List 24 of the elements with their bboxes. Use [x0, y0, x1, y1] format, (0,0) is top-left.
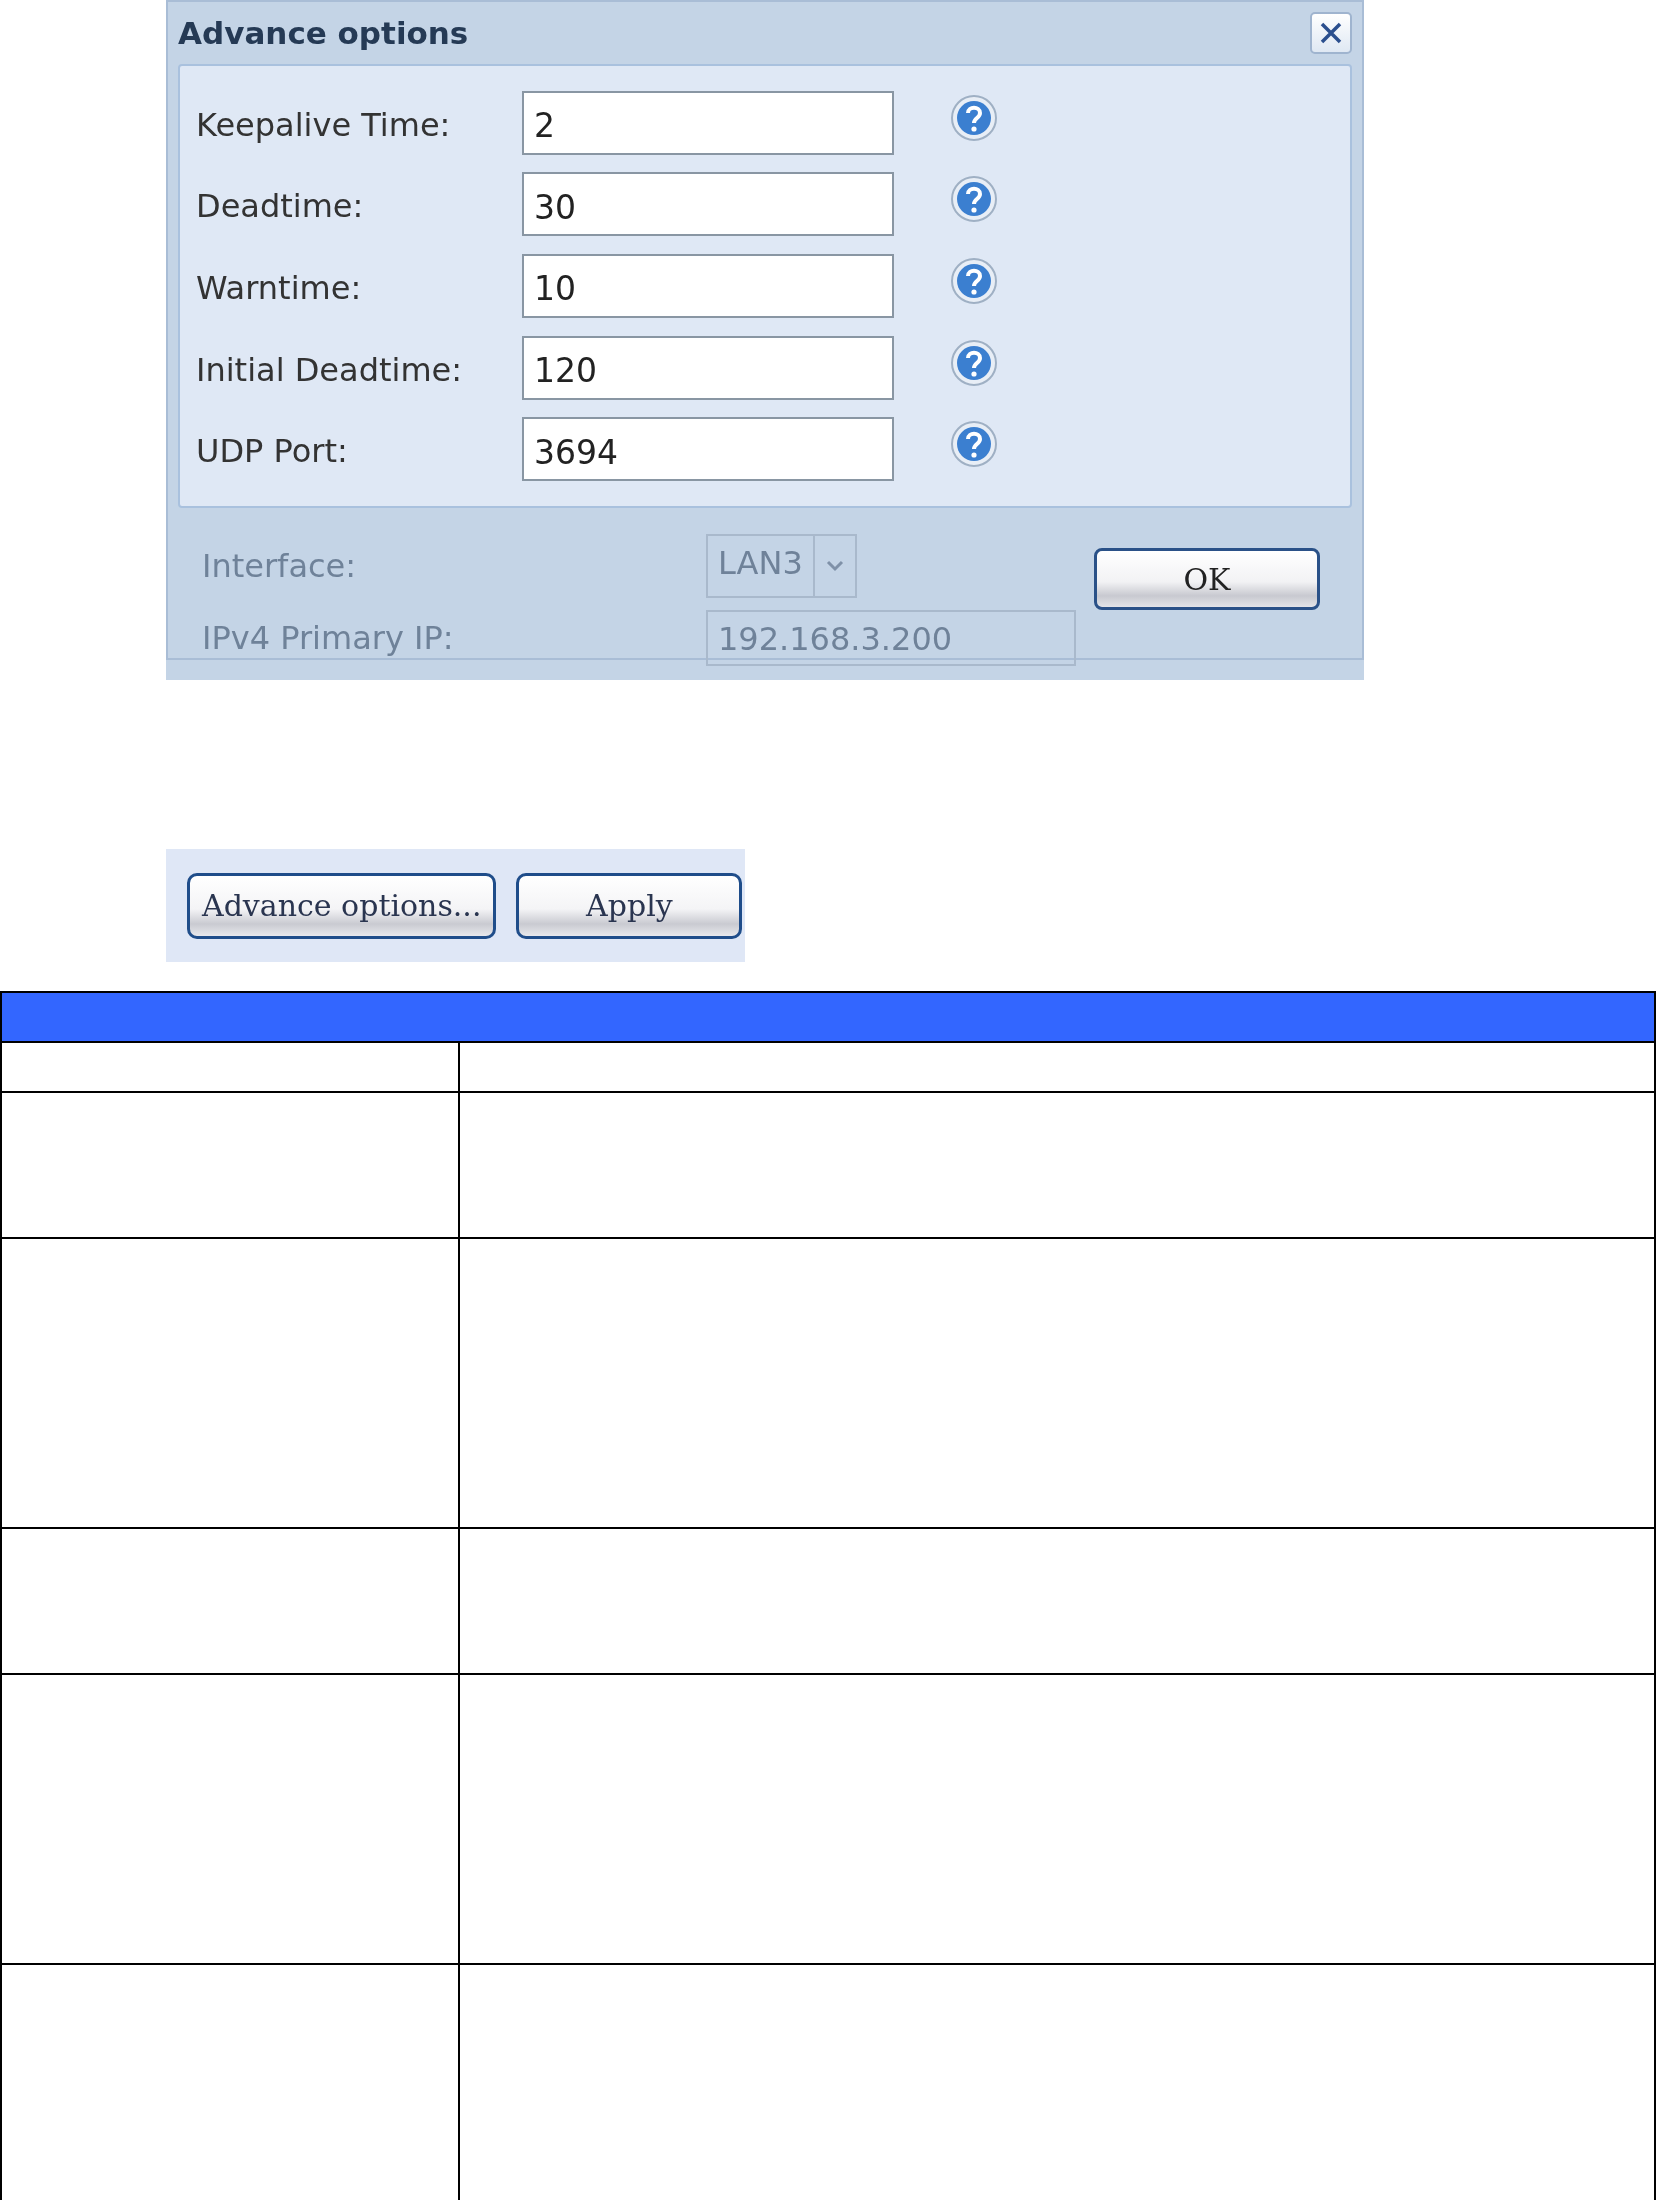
field-label: Keepalive Time: [196, 105, 452, 144]
close-icon [1318, 20, 1344, 46]
input-field[interactable]: 10 [522, 254, 894, 318]
field-label: Interface: [202, 547, 358, 585]
action-button[interactable]: Advance options... [187, 872, 497, 939]
field-label: IPv4 Primary IP: [202, 619, 455, 657]
input-field[interactable]: 120 [522, 335, 894, 400]
action-button[interactable]: Apply [516, 872, 743, 939]
help-icon[interactable] [950, 175, 998, 224]
input-field[interactable]: 30 [522, 172, 894, 237]
help-icon[interactable] [950, 257, 998, 305]
dialog-title: Advance options [178, 15, 469, 51]
help-icon[interactable] [950, 420, 998, 469]
field-label: Initial Deadtime: [196, 350, 464, 389]
field-label: Deadtime: [196, 187, 365, 226]
help-icon[interactable] [950, 93, 998, 142]
field-label: UDP Port: [196, 432, 349, 471]
ok-button[interactable]: OK [1094, 548, 1320, 610]
close-button[interactable] [1310, 12, 1352, 54]
field-label: Warntime: [196, 269, 363, 307]
caret-icon [824, 559, 845, 573]
input-field[interactable]: 2 [522, 90, 894, 155]
input-field[interactable]: 3694 [522, 417, 894, 482]
help-icon[interactable] [950, 338, 998, 387]
